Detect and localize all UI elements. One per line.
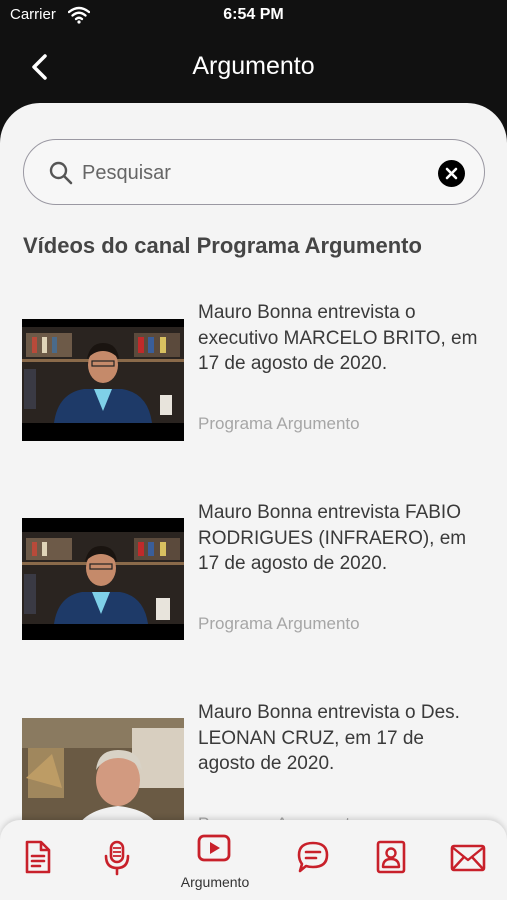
search-input[interactable] xyxy=(82,156,422,190)
page-title: Argumento xyxy=(192,52,315,80)
chat-bubble-icon xyxy=(297,841,329,873)
envelope-icon xyxy=(450,844,486,872)
video-title: Mauro Bonna entrevista FABIO RODRIGUES (… xyxy=(198,502,467,574)
close-icon xyxy=(445,167,458,180)
status-bar: Carrier 6:54 PM xyxy=(0,0,507,34)
contact-card-icon xyxy=(376,840,406,874)
video-title: Mauro Bonna entrevista o executivo MARCE… xyxy=(198,302,478,374)
tab-mail[interactable] xyxy=(438,832,498,892)
tab-chat[interactable] xyxy=(281,832,341,892)
video-list-item[interactable]: Mauro Bonna entrevista FABIO RODRIGUES (… xyxy=(0,500,507,670)
document-icon xyxy=(25,840,51,874)
section-title: Vídeos do canal Programa Argumento xyxy=(23,233,422,258)
content-sheet: Vídeos do canal Programa Argumento xyxy=(0,103,507,900)
tab-podcast[interactable] xyxy=(87,832,147,892)
search-bar xyxy=(23,139,485,205)
nav-bar: Argumento xyxy=(0,34,507,100)
tab-contacts[interactable] xyxy=(360,832,420,892)
video-title: Mauro Bonna entrevista o Des. LEONAN CRU… xyxy=(198,702,460,774)
play-video-icon xyxy=(197,834,231,862)
video-channel: Programa Argumento xyxy=(198,414,360,433)
clear-search-button[interactable] xyxy=(438,160,465,187)
video-channel: Programa Argumento xyxy=(198,614,360,633)
microphone-icon xyxy=(104,840,130,876)
search-icon xyxy=(49,161,73,185)
status-time: 6:54 PM xyxy=(223,6,284,23)
tab-argumento-label: Argumento xyxy=(180,874,250,890)
video-thumbnail xyxy=(22,518,184,640)
video-thumbnail xyxy=(22,319,184,441)
tab-bar: Argumento xyxy=(0,820,507,900)
video-list-item[interactable]: Mauro Bonna entrevista o executivo MARCE… xyxy=(0,300,507,470)
tab-document[interactable] xyxy=(8,832,68,892)
